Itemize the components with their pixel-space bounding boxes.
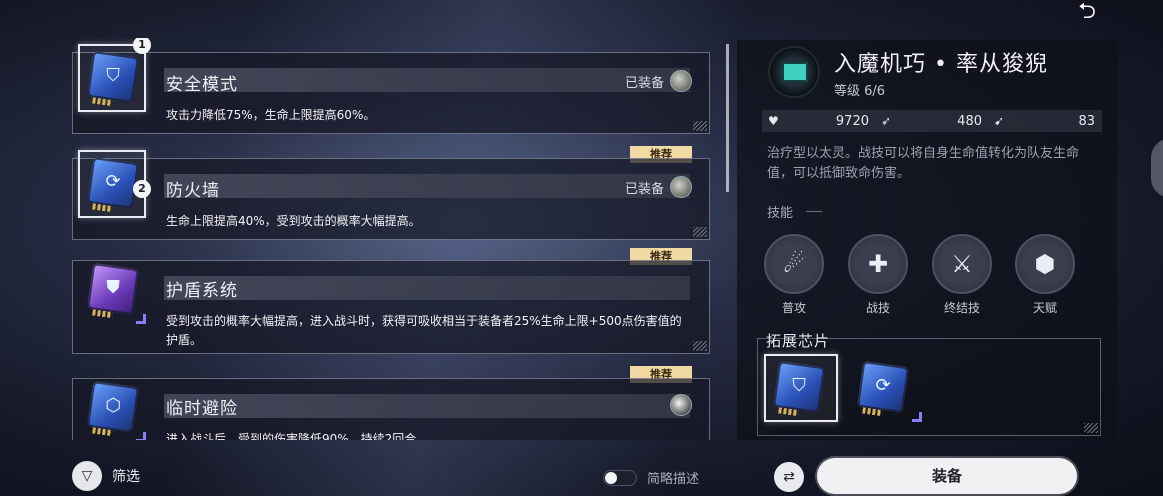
- stat-speed: ➹ 83: [994, 113, 1095, 129]
- equipped-status: 已装备: [625, 70, 692, 92]
- filter-label: 筛选: [112, 469, 140, 485]
- equip-slot-number: 2: [133, 180, 151, 198]
- chip-title: 护盾系统: [166, 281, 238, 301]
- skills-heading: 技能: [767, 206, 794, 221]
- skill-ultimate[interactable]: ⚔ 终结技: [931, 234, 993, 316]
- chip-description: 生命上限提高40%，受到攻击的概率大幅提高。: [166, 214, 421, 228]
- shield-chip-icon: ⛉: [792, 375, 806, 397]
- chip-card-safe-mode[interactable]: ⛉ 1 安全模式 已装备 攻击力降低75%，生命上限提高60%。: [70, 38, 710, 134]
- agent-level: 等级 6/6: [834, 84, 886, 99]
- chip-title: 临时避险: [166, 399, 238, 419]
- list-scrollbar[interactable]: [726, 44, 729, 192]
- chip-title: 安全模式: [166, 75, 238, 95]
- extension-slot-2[interactable]: ⟳: [848, 354, 922, 422]
- agent-stats: ♥ 9720 ➶ 480 ➹ 83: [762, 110, 1102, 132]
- ultimate-icon[interactable]: ⚔: [932, 234, 992, 294]
- agent-name: 入魔机巧 • 率从狻猊: [834, 52, 1048, 77]
- skill-battle-skill[interactable]: ✚ 战技: [847, 234, 909, 316]
- chip-thumbnail: ⛉: [78, 44, 146, 112]
- return-arrow-icon[interactable]: ⮌: [1073, 0, 1101, 24]
- battle-skill-icon[interactable]: ✚: [848, 234, 908, 294]
- firewall-chip-icon: ⟳: [105, 171, 121, 193]
- equipped-status: 已装备: [625, 176, 692, 198]
- brief-description-label: 简略描述: [647, 472, 700, 487]
- chip-title: 防火墙: [166, 181, 220, 201]
- funnel-icon[interactable]: ▽: [72, 461, 102, 491]
- equipped-agent-avatar: [670, 70, 692, 92]
- stat-hp: ♥ 9720: [768, 113, 869, 129]
- normal-attack-icon[interactable]: ☄: [764, 234, 824, 294]
- extension-slot-1[interactable]: ⛉: [764, 354, 838, 422]
- swap-icon[interactable]: ⇄: [774, 462, 804, 492]
- chip-list[interactable]: ⛉ 1 安全模式 已装备 攻击力降低75%，生命上限提高60%。 推荐 ⟳ 2 …: [70, 38, 710, 440]
- equip-button[interactable]: 装备: [817, 458, 1077, 494]
- equipped-agent-avatar: [670, 176, 692, 198]
- equipped-agent-avatar: [670, 394, 692, 416]
- stat-attack: ➶ 480: [881, 113, 982, 129]
- toggle-switch[interactable]: [603, 469, 637, 486]
- chip-thumbnail: ⬡: [78, 374, 146, 440]
- equipped-status: [670, 394, 692, 416]
- temporary-shelter-chip-icon: ⬡: [105, 395, 121, 417]
- chip-card-firewall[interactable]: 推荐 ⟳ 2 防火墙 已装备 生命上限提高40%，受到攻击的概率大幅提高。: [70, 144, 710, 240]
- shield-system-chip-icon: ⛊: [106, 277, 120, 299]
- speed-icon: ➹: [994, 114, 1005, 128]
- side-nav-handle[interactable]: [1151, 138, 1163, 198]
- brief-description-toggle[interactable]: 简略描述: [603, 468, 699, 487]
- shield-chip-icon: ⛉: [106, 65, 120, 87]
- chip-card-temporary-shelter[interactable]: 推荐 ⬡ 临时避险 进入战斗后，受到的伤害降低90%，持续2回合。: [70, 364, 710, 440]
- extension-chip-heading: 拓展芯片: [766, 332, 831, 350]
- filter-button[interactable]: ▽ 筛选: [72, 461, 140, 491]
- agent-emblem-icon: [768, 46, 820, 98]
- heart-icon: ♥: [768, 114, 779, 128]
- chip-thumbnail: ⛊: [78, 256, 146, 324]
- agent-description: 治疗型以太灵。战技可以将自身生命值转化为队友生命值，可以抵御致命伤害。: [767, 146, 1080, 181]
- chip-description: 攻击力降低75%，生命上限提高60%。: [166, 108, 376, 122]
- chip-description: 受到攻击的概率大幅提高，进入战斗时，获得可吸收相当于装备者25%生命上限+500…: [166, 314, 682, 347]
- firewall-chip-icon: ⟳: [875, 375, 891, 397]
- chip-description: 进入战斗后，受到的伤害降低90%，持续2回合。: [166, 432, 429, 440]
- attack-icon: ➶: [881, 114, 892, 128]
- skill-normal-attack[interactable]: ☄ 普攻: [763, 234, 825, 316]
- skill-talent[interactable]: ⬢ 天赋: [1014, 234, 1076, 316]
- talent-icon[interactable]: ⬢: [1015, 234, 1075, 294]
- chip-card-shield-system[interactable]: 推荐 ⛊ 护盾系统 受到攻击的概率大幅提高，进入战斗时，获得可吸收相当于装备者2…: [70, 246, 710, 356]
